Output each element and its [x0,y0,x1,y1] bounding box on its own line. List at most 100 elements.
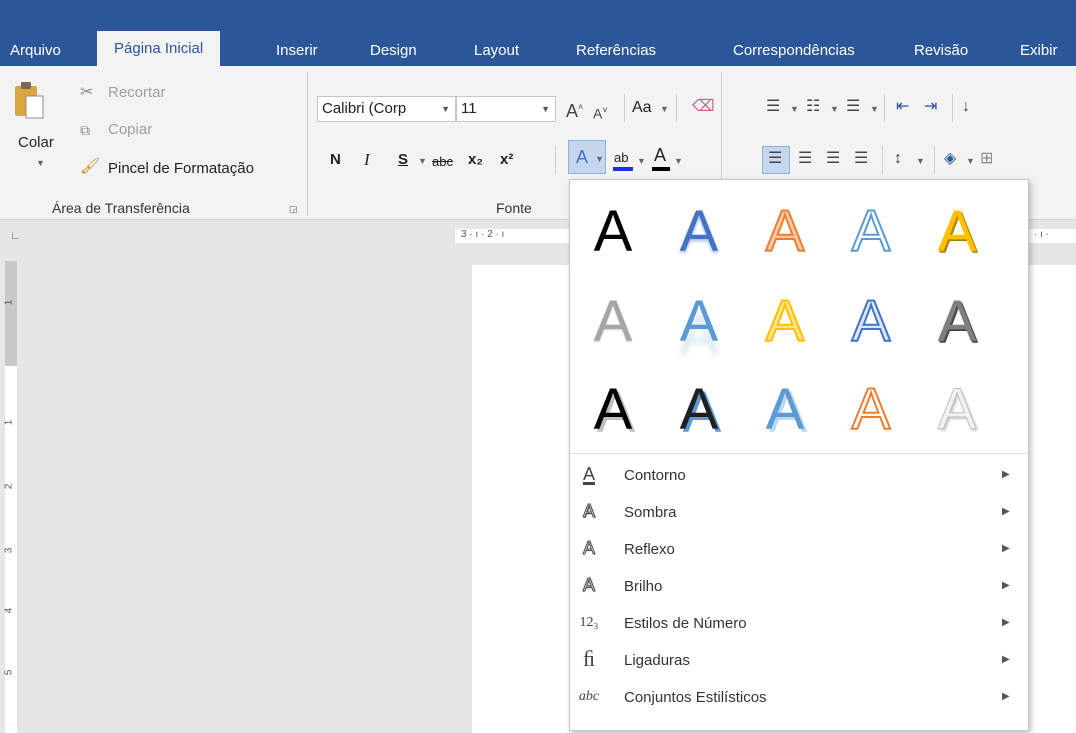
multilevel-list-icon[interactable]: ☰ [846,98,860,116]
tab-arquivo[interactable]: Arquivo [10,36,61,66]
bullets-dropdown-icon[interactable]: ▼ [790,104,799,114]
tab-selector-icon[interactable]: ∟ [10,230,21,242]
justify-icon[interactable]: ☰ [854,150,868,168]
text-effects-button[interactable]: A ▼ [568,140,606,174]
font-color-icon[interactable]: A [654,146,666,164]
shading-dropdown-icon[interactable]: ▼ [966,156,975,166]
clipboard-launcher-icon[interactable]: ◲ [289,204,298,215]
underline-button[interactable]: S [398,151,408,169]
menu-item-label: Sombra [624,504,677,521]
effect-preset-8[interactable]: A [742,282,828,362]
align-center-icon[interactable]: ☰ [798,150,812,168]
ruler-number: 1 [3,299,15,306]
effect-preset-3[interactable]: A [742,192,828,272]
cut-button[interactable]: ✂ Recortar [80,84,190,104]
highlight-dropdown-icon[interactable]: ▼ [637,156,646,166]
shading-icon[interactable]: ◈ [944,150,956,168]
effect-preset-6[interactable]: A [570,282,656,362]
menu-item-label: Ligaduras [624,652,690,669]
effect-glyph: A [937,377,977,442]
tab-layout[interactable]: Layout [474,36,519,66]
numbering-dropdown-icon[interactable]: ▼ [830,104,839,114]
tab-correspondencias[interactable]: Correspondências [733,36,855,66]
shadow-icon: A [582,501,595,522]
line-spacing-icon[interactable]: ↕ [894,150,902,168]
chevron-down-icon[interactable]: ▼ [441,97,450,121]
effect-glyph: A [937,289,977,354]
chevron-down-icon: ▼ [595,154,604,164]
paste-icon [15,82,44,119]
effect-preset-12[interactable]: A [656,370,742,450]
effect-preset-13[interactable]: A [742,370,828,450]
ruler-track-right: · ı · [1028,229,1076,243]
underline-dropdown-icon[interactable]: ▼ [418,156,427,166]
paste-dropdown-icon[interactable]: ▼ [36,158,45,168]
clipboard-group-label: Área de Transferência [52,200,190,216]
italic-button[interactable]: I [364,151,370,169]
menu-item-brilho[interactable]: A Brilho ▶ [570,569,1028,606]
bullets-icon[interactable]: ☰ [766,98,780,116]
align-right-icon[interactable]: ☰ [826,150,840,168]
strikethrough-button[interactable]: abc [432,153,453,171]
outline-icon: A [582,464,595,484]
font-size-combo[interactable]: 11 ▼ [456,96,556,122]
multilevel-dropdown-icon[interactable]: ▼ [870,104,879,114]
decrease-indent-icon[interactable]: ⇤ [896,98,909,116]
font-group-label: Fonte [496,200,532,216]
font-name-value: Calibri (Corp [322,100,407,117]
effect-glyph: A [679,199,719,264]
effect-preset-14[interactable]: A [828,370,914,450]
borders-icon[interactable]: ⊞ [980,150,993,168]
effect-glyph: A [593,377,633,442]
effect-glyph: A [851,289,892,354]
menu-item-reflexo[interactable]: A Reflexo ▶ [570,532,1028,569]
superscript-button[interactable]: x² [500,151,513,169]
effect-preset-5[interactable]: A [914,192,1000,272]
tab-design[interactable]: Design [370,36,417,66]
menu-item-label: Estilos de Número [624,615,747,632]
font-color-dropdown-icon[interactable]: ▼ [674,156,683,166]
menu-item-conjuntos-estilisticos[interactable]: abc Conjuntos Estilísticos ▶ [570,680,1028,717]
menu-item-sombra[interactable]: A Sombra ▶ [570,495,1028,532]
format-painter-button[interactable]: 🖌 Pincel de Formatação [80,158,300,180]
menu-item-estilos-de-numero[interactable]: 12₃ Estilos de Número ▶ [570,606,1028,643]
separator [555,146,556,174]
tab-exibir[interactable]: Exibir [1020,36,1058,66]
chevron-down-icon[interactable]: ▼ [541,97,550,121]
sort-icon[interactable]: ↓ [962,98,970,116]
paste-button[interactable]: Colar ▼ [8,80,54,180]
effect-glyph: A [679,377,719,442]
change-case-dropdown-icon[interactable]: ▼ [660,104,669,114]
menu-item-ligaduras[interactable]: ﬁ Ligaduras ▶ [570,643,1028,680]
effect-preset-15[interactable]: A [914,370,1000,450]
highlight-color-icon[interactable]: ab [614,149,628,167]
subscript-button[interactable]: x₂ [468,151,483,169]
submenu-arrow-icon: ▶ [1002,580,1010,591]
clear-formatting-icon[interactable]: ⌫ [692,98,715,116]
bold-button[interactable]: N [330,151,341,169]
tab-revisao[interactable]: Revisão [914,36,968,66]
submenu-arrow-icon: ▶ [1002,691,1010,702]
effect-preset-10[interactable]: A [914,282,1000,362]
paintbrush-icon: 🖌 [80,158,101,175]
grow-font-icon[interactable]: A˄ [566,98,583,120]
effect-preset-4[interactable]: A [828,192,914,272]
font-name-combo[interactable]: Calibri (Corp ▼ [317,96,456,122]
copy-button[interactable]: ⧉ Copiar [80,121,190,141]
effect-glyph: A [765,377,805,442]
submenu-arrow-icon: ▶ [1002,617,1010,628]
line-spacing-dropdown-icon[interactable]: ▼ [916,156,925,166]
shrink-font-icon[interactable]: A˅ [593,101,608,123]
effect-preset-9[interactable]: A [828,282,914,362]
tab-inserir[interactable]: Inserir [276,36,318,66]
numbering-icon[interactable]: ☷ [806,98,820,116]
change-case-button[interactable]: Aa [632,99,652,117]
effect-preset-11[interactable]: A [570,370,656,450]
effect-preset-1[interactable]: A [570,192,656,272]
menu-item-contorno[interactable]: A Contorno ▶ [570,458,1028,495]
increase-indent-icon[interactable]: ⇥ [924,98,937,116]
effect-preset-2[interactable]: A [656,192,742,272]
tab-referencias[interactable]: Referências [576,36,656,66]
effect-preset-7[interactable]: A [656,282,742,362]
tab-pagina-inicial[interactable]: Página Inicial [97,31,221,66]
